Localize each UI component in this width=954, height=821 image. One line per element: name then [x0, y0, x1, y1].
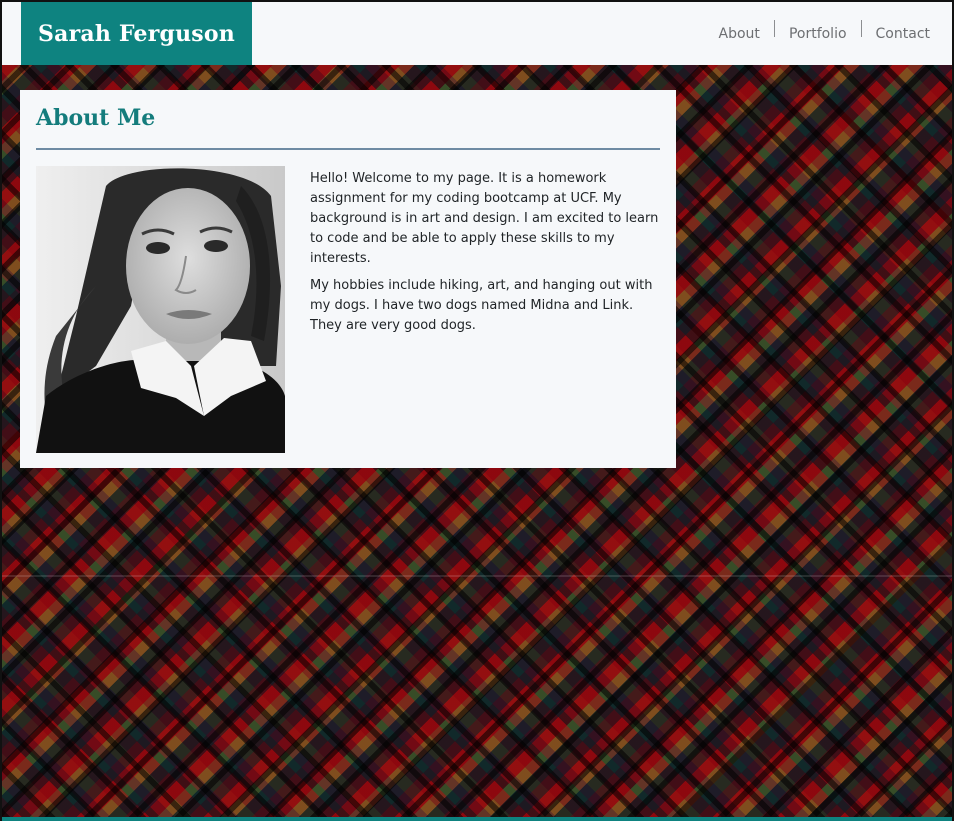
bio-paragraph: Hello! Welcome to my page. It is a homew…	[310, 171, 659, 266]
title-divider	[36, 148, 660, 150]
nav-contact-link[interactable]: Contact	[862, 22, 930, 46]
site-header: Sarah Ferguson About Portfolio Contact	[2, 2, 952, 65]
bio-paragraph: My hobbies include hiking, art, and hang…	[310, 278, 653, 333]
browser-viewport: Sarah Ferguson About Portfolio Contact A…	[0, 0, 954, 821]
nav-about-link[interactable]: About	[705, 22, 774, 46]
about-title: About Me	[36, 105, 156, 131]
nav-portfolio-link[interactable]: Portfolio	[775, 22, 861, 46]
portrait-image	[36, 166, 285, 453]
about-text: Hello! Welcome to my page. It is a homew…	[310, 169, 662, 343]
brand-name: Sarah Ferguson	[38, 20, 235, 47]
brand-logo[interactable]: Sarah Ferguson	[21, 2, 252, 65]
footer-bar	[2, 817, 952, 821]
nav-separator	[860, 19, 862, 37]
nav-separator	[773, 19, 775, 37]
pattern-seam	[2, 575, 952, 577]
main-nav: About Portfolio Contact	[705, 19, 930, 46]
portrait-illustration	[36, 166, 285, 453]
about-card: About Me Hello! Welcome to my page. It i…	[20, 90, 676, 468]
